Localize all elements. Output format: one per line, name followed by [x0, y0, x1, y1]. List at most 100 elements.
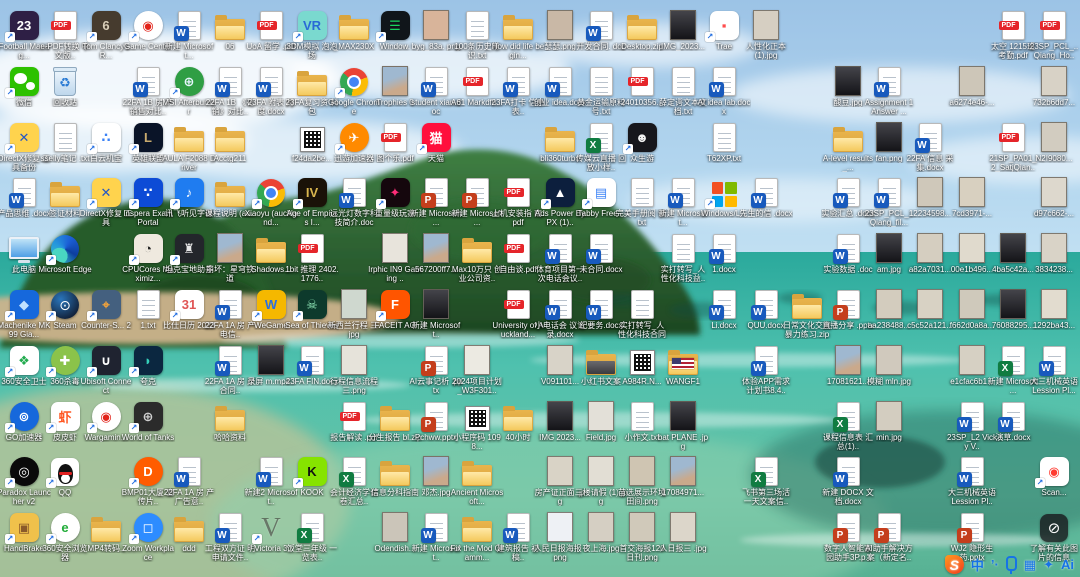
desktop-icon-image-file[interactable]: 模糊 mln.jpg	[862, 343, 916, 386]
desktop-icon-app-square[interactable]: ⊕↗ World of Tanks	[121, 399, 175, 442]
icon-label: T62XP.txt	[697, 154, 751, 163]
ime-punctuation[interactable]: ’·	[991, 557, 999, 572]
desktop-icon-image-file[interactable]: 2024项目计划 _W3F301..	[450, 343, 504, 395]
icon-label: 未合同.docx	[574, 265, 628, 274]
desktop-icon-photo[interactable]: 17084971...	[656, 454, 710, 497]
ime-keyboard-icon[interactable]: ▦	[1024, 557, 1036, 573]
shortcut-arrow-icon: ↗	[293, 478, 303, 488]
icon-art: W	[986, 399, 1040, 431]
icon-label: Scan...	[1027, 488, 1080, 497]
desktop-icon-flag-folder[interactable]: WANGF1	[656, 343, 710, 386]
desktop-icon-text-file[interactable]: 实打转写_人 性化科技合同	[615, 287, 669, 339]
desktop-icon-image-file[interactable]: 732b6dd7...	[1027, 64, 1080, 107]
desktop-icon-app-square[interactable]: ◗↗夸克	[121, 343, 175, 386]
desktop-icon-excel-doc[interactable]: X飞书第三场活 一天文案信..	[739, 454, 793, 506]
shortcut-arrow-icon: ↗	[705, 32, 715, 42]
icon-art: W	[697, 64, 751, 96]
ime-ai-button[interactable]: Ai	[1061, 557, 1074, 572]
desktop-icon-excel-doc[interactable]: X饭堂三年级 一览表..	[285, 510, 339, 562]
shortcut-arrow-icon: ↗	[335, 144, 345, 154]
desktop-icon-dark-image[interactable]: 新建 Microsoft..	[409, 287, 463, 339]
icon-art	[1027, 231, 1080, 263]
desktop-icon-word-doc[interactable]: WAI idea lab.docx	[697, 64, 751, 116]
ime-toolbox-icon[interactable]: ✦	[1043, 557, 1054, 573]
icon-label: WANGF1	[656, 377, 710, 386]
desktop-icon-word-doc[interactable]: W大三机械英语 Lession Pl...	[1027, 343, 1080, 395]
icon-art: W	[697, 231, 751, 263]
desktop-icon-qq[interactable]: ↗QQ	[38, 454, 92, 497]
icon-art	[656, 399, 710, 431]
desktop-icon-folder[interactable]: Acctg211	[203, 120, 257, 163]
desktop-icon-dark-image[interactable]: bat PLANE .jpg	[656, 399, 710, 451]
shortcut-arrow-icon: ↗	[129, 478, 139, 488]
icon-label: min.jpg	[862, 433, 916, 442]
desktop-icon-pdf-doc[interactable]: PDF23SP_PCL_.. Qiang_Ho..	[1027, 8, 1080, 60]
desktop-icon-image-file[interactable]: 7cd3971-...	[945, 175, 999, 218]
sogou-logo[interactable]: S	[945, 555, 964, 574]
desktop-icon-folder[interactable]: Ancient Microsoft...	[450, 454, 504, 506]
icon-art: ⊕↗	[121, 399, 175, 431]
icon-label: Acctg211	[203, 154, 257, 163]
desktop-icon-word-doc[interactable]: WAssignment 1 Answer ...	[862, 64, 916, 116]
icon-art: W	[903, 120, 957, 152]
shortcut-arrow-icon: ↗	[252, 199, 262, 209]
shortcut-arrow-icon: ↗	[293, 199, 303, 209]
desktop-icon-text-file[interactable]: T62XP.txt	[697, 120, 751, 163]
desktop-icon-recycle-bin[interactable]: ♻回收站	[38, 64, 92, 107]
shortcut-arrow-icon: ↗	[87, 367, 97, 377]
shortcut-arrow-icon: ↗	[5, 32, 15, 42]
desktop-icon-ppt-doc[interactable]: PAI助手解决方 案（新定名..	[862, 510, 916, 562]
desktop-icon-word-doc[interactable]: W大三机械英语 Lession Pl..	[945, 454, 999, 506]
desktop-icon-image-file[interactable]: d97c662-...	[1027, 175, 1080, 218]
icon-label: 1292ba43...	[1027, 321, 1080, 330]
icon-art	[862, 343, 916, 375]
desktop-icon-word-doc[interactable]: W22FA 1A 房 产广告意..	[162, 454, 216, 506]
desktop-icon-image-file[interactable]: a6274e46-...	[945, 64, 999, 107]
desktop-icon-image-file[interactable]: 行程信息流程 三.png	[327, 343, 381, 395]
desktop-icon-word-doc[interactable]: W演草.docx	[986, 399, 1040, 442]
icon-label: 回收站	[38, 98, 92, 107]
desktop-icon-word-doc[interactable]: W新建 DOCX 文档.docx	[821, 454, 875, 506]
icon-art: PDF	[1027, 8, 1080, 40]
icon-art	[697, 120, 751, 152]
icon-label: 新建 DOCX 文档.docx	[821, 488, 875, 506]
icon-label: World of Tanks	[121, 433, 175, 442]
desktop-icon-image-file[interactable]: 人性化正本 (1).jpg	[739, 8, 793, 60]
shortcut-arrow-icon: ↗	[129, 534, 139, 544]
desktop-icon-image-file[interactable]: 人日报三 .jpg	[656, 510, 710, 553]
icon-label: 哈哈资料	[203, 433, 257, 442]
desktop-icon-image-file[interactable]: min.jpg	[862, 399, 916, 442]
shortcut-arrow-icon: ↗	[5, 367, 15, 377]
desktop-icon-app-square[interactable]: ◉↗Scan...	[1027, 454, 1080, 497]
icon-label: 体验APP需求 计划书8.4..	[739, 377, 793, 395]
shortcut-arrow-icon: ↗	[170, 311, 180, 321]
icon-label: 人日报三 .jpg	[656, 544, 710, 553]
icon-label: 夸克	[121, 377, 175, 386]
shortcut-arrow-icon: ↗	[46, 478, 56, 488]
desktop-icon-pdf-doc[interactable]: PDF1bit 推理 2402.1776..	[285, 231, 339, 283]
ime-mic-icon[interactable]	[1006, 556, 1017, 571]
shortcut-arrow-icon: ↗	[623, 144, 633, 154]
desktop-icon-word-doc[interactable]: W体验APP需求 计划书8.4..	[739, 343, 793, 395]
ime-toolbar: S 中 ’· ▦ ✦ Ai	[945, 555, 1074, 574]
shortcut-arrow-icon: ↗	[1035, 478, 1045, 488]
desktop-icon-image-file[interactable]: 3834238...	[1027, 231, 1080, 274]
shortcut-arrow-icon: ↗	[376, 199, 386, 209]
desktop-icon-image-file[interactable]: N2I9080...	[1027, 120, 1080, 163]
desktop-icon-word-doc[interactable]: W22FA 信息 采集.docx	[903, 120, 957, 172]
icon-art: ↗	[38, 231, 92, 263]
ime-mode-chinese[interactable]: 中	[971, 555, 984, 574]
shortcut-arrow-icon: ↗	[252, 311, 262, 321]
desktop-icon-app-square[interactable]: ☻↗众生游	[615, 120, 669, 163]
icon-label: 1.docx	[697, 265, 751, 274]
desktop-icon-word-doc[interactable]: W 1.docx	[697, 231, 751, 274]
shortcut-arrow-icon: ↗	[46, 255, 56, 265]
desktop-icon-word-doc[interactable]: W先生的信 .docx	[739, 175, 793, 218]
desktop-icon-image-file[interactable]: 1292ba43...	[1027, 287, 1080, 330]
desktop-icon-word-doc[interactable]: W未合同.docx	[574, 231, 628, 274]
icon-label: 732b6dd7...	[1027, 98, 1080, 107]
desktop-icon-folder[interactable]: 哈哈资料	[203, 399, 257, 442]
desktop-icon-app-square[interactable]: 猫↗天猫	[409, 120, 463, 163]
desktop: 23↗Football Manag...PDFe-PDF转换 中文版..6↗To…	[0, 0, 1080, 577]
desktop-icon-microsoft-edge[interactable]: ↗Microsoft Edge	[38, 231, 92, 274]
